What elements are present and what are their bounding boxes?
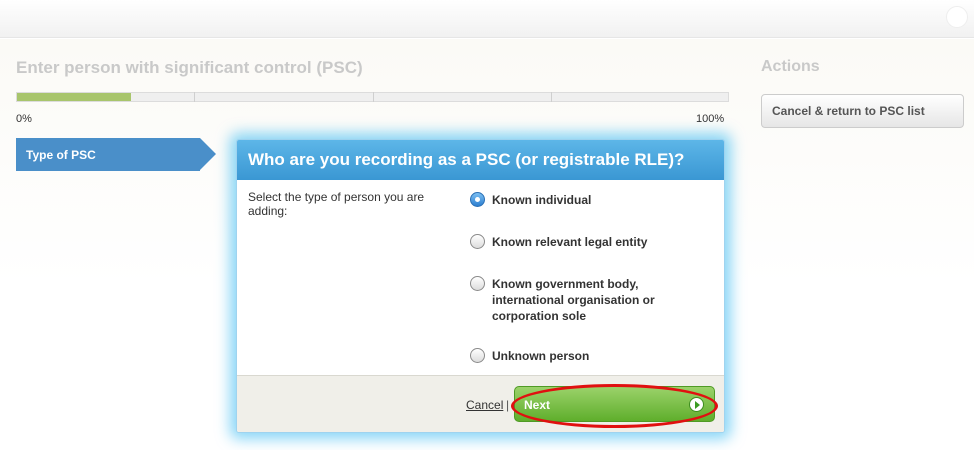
next-button[interactable]: Next bbox=[514, 386, 715, 422]
option-label: Known individual bbox=[492, 193, 592, 207]
arrow-right-icon bbox=[689, 397, 704, 412]
page-title: Enter person with significant control (P… bbox=[16, 58, 363, 77]
progress-tick bbox=[194, 92, 195, 102]
progress-tick bbox=[373, 92, 374, 102]
cancel-return-button[interactable]: Cancel & return to PSC list bbox=[761, 94, 964, 128]
cancel-link[interactable]: Cancel bbox=[466, 398, 503, 412]
account-icon[interactable] bbox=[946, 6, 968, 28]
option-label: Known government body, international org… bbox=[492, 277, 655, 323]
psc-type-dialog: Who are you recording as a PSC (or regis… bbox=[236, 139, 725, 433]
option-known-individual[interactable]: Known individual bbox=[470, 192, 682, 208]
radio-unknown-person[interactable] bbox=[470, 348, 485, 363]
dialog-title: Who are you recording as a PSC (or regis… bbox=[237, 140, 724, 180]
option-known-government-body[interactable]: Known government body, international org… bbox=[470, 276, 682, 324]
actions-heading: Actions bbox=[761, 58, 820, 75]
progress-tick bbox=[551, 92, 552, 102]
option-known-relevant-legal-entity[interactable]: Known relevant legal entity bbox=[470, 234, 682, 250]
top-bar bbox=[0, 0, 974, 38]
dialog-prompt: Select the type of person you are adding… bbox=[248, 190, 425, 218]
footer-separator: | bbox=[506, 398, 510, 412]
progress-bar bbox=[16, 92, 729, 102]
dialog-footer: Cancel | Next bbox=[237, 375, 724, 432]
progress-start-label: 0% bbox=[16, 113, 32, 125]
option-unknown-person[interactable]: Unknown person bbox=[470, 348, 682, 364]
dialog-body: Select the type of person you are adding… bbox=[237, 180, 724, 376]
option-label: Known relevant legal entity bbox=[492, 235, 648, 249]
radio-known-individual[interactable] bbox=[470, 192, 485, 207]
step-tab-type-of-psc: Type of PSC bbox=[16, 138, 216, 171]
radio-known-government-body[interactable] bbox=[470, 276, 485, 291]
option-label: Unknown person bbox=[492, 349, 590, 363]
progress-end-label: 100% bbox=[696, 113, 725, 125]
next-button-label: Next bbox=[524, 398, 551, 412]
progress-fill bbox=[17, 93, 131, 101]
radio-known-relevant-legal-entity[interactable] bbox=[470, 234, 485, 249]
